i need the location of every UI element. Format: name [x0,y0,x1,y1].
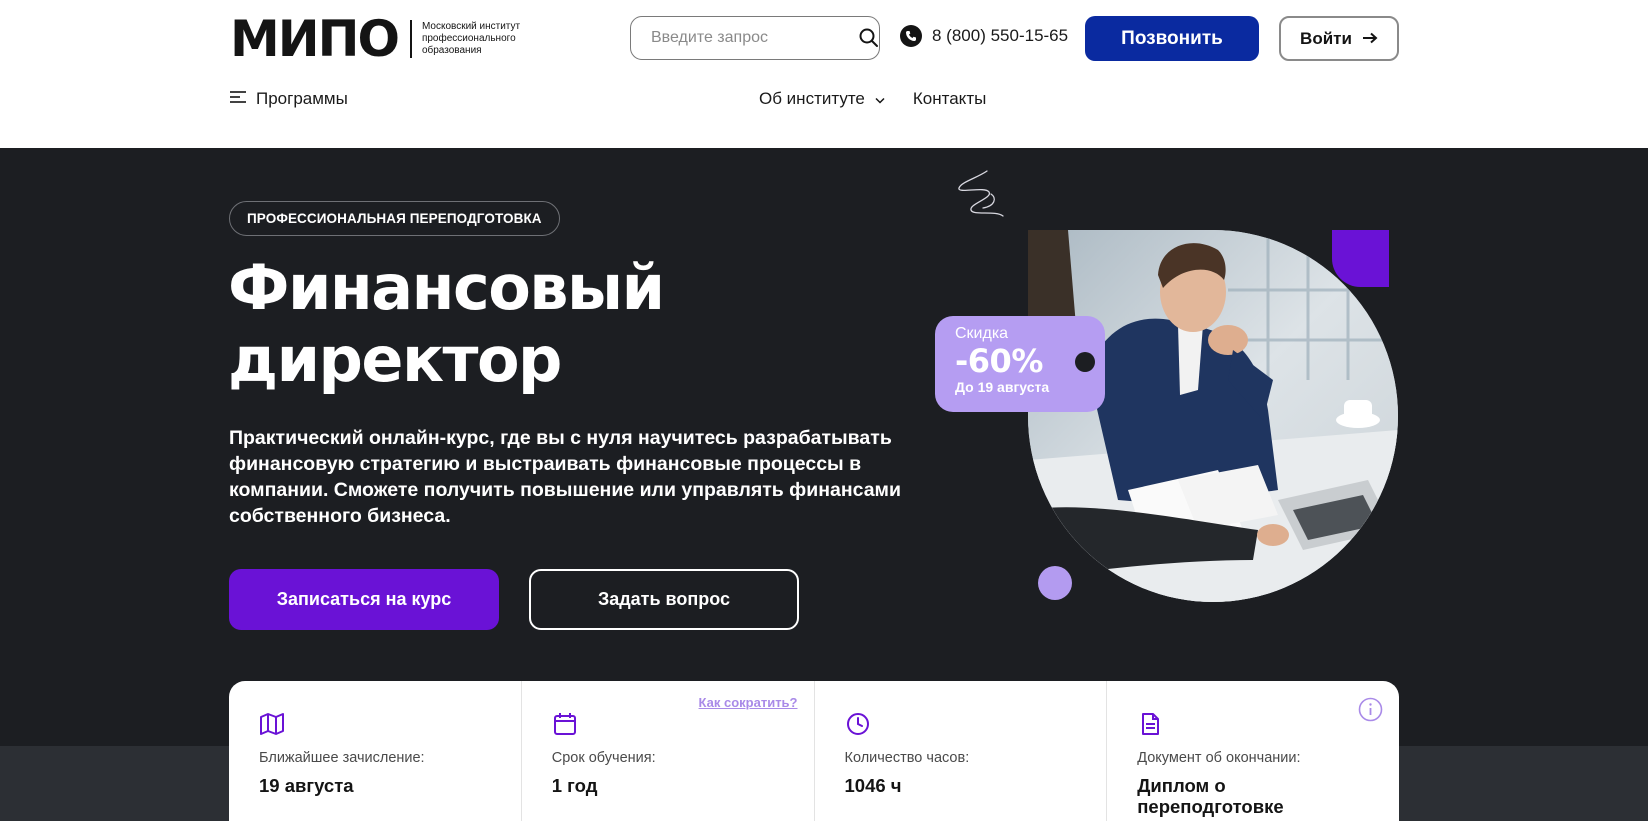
info-label: Ближайшее зачисление: [259,750,425,766]
phone-link[interactable]: 8 (800) 550-15-65 [900,25,1068,47]
search-icon[interactable] [858,27,880,49]
clock-icon [845,711,871,737]
info-value: 1046 ч [844,775,902,796]
businessman-photo-illustration [1028,230,1398,602]
info-circle-icon[interactable] [1358,697,1383,722]
lilac-circle-decoration [1038,566,1072,600]
phone-number: 8 (800) 550-15-65 [932,26,1069,45]
phone-icon [900,25,922,47]
page-title: Финансовый директор [228,252,868,396]
logo[interactable]: МИПО Московский институт профессионально… [230,14,532,64]
info-enrollment: Ближайшее зачисление: 19 августа [229,681,522,821]
hero-photo [1028,230,1398,602]
arrow-right-icon [1362,29,1378,49]
login-label: Войти [1300,28,1352,48]
nav-contacts[interactable]: Контакты [913,89,986,109]
squiggle-decoration [958,170,1004,217]
info-hours: Количество часов: 1046 ч [815,681,1108,821]
ask-question-button[interactable]: Задать вопрос [529,569,799,630]
info-document: Документ об окончании: Диплом о переподг… [1107,681,1399,821]
tag-hole [1075,352,1095,372]
info-label: Срок обучения: [551,750,656,766]
info-value: Диплом о переподготовке [1137,775,1284,817]
nav-programs[interactable]: Программы [230,89,348,109]
purple-shape-decoration [1332,230,1389,287]
course-info-card: Ближайшее зачисление: 19 августа Как сок… [229,681,1399,821]
info-label: Количество часов: [844,750,970,766]
login-button[interactable]: Войти [1279,16,1399,61]
info-duration: Как сократить? Срок обучения: 1 год [522,681,815,821]
course-description: Практический онлайн-курс, где вы с нуля … [229,427,901,527]
menu-icon [230,89,246,109]
info-value: 19 августа [259,775,354,796]
title-line-2: директор [228,323,562,396]
call-button[interactable]: Позвонить [1085,16,1259,61]
document-icon [1137,711,1163,737]
logo-divider [409,20,412,58]
site-header: МИПО Московский институт профессионально… [0,0,1648,148]
discount-tag: Скидка -60% До 19 августа [935,316,1105,412]
info-label: Документ об окончании: [1137,750,1301,766]
enroll-button[interactable]: Записаться на курс [229,569,499,630]
program-type-badge: ПРОФЕССИОНАЛЬНАЯ ПЕРЕПОДГОТОВКА [229,201,560,236]
search-box [630,16,880,60]
logo-subtitle: Московский институт профессионального об… [421,21,521,56]
chevron-down-icon [875,89,885,109]
search-input[interactable] [651,29,858,47]
nav-about-label: Об институте [759,89,865,108]
discount-deadline: До 19 августа [955,379,1050,395]
calendar-icon [552,711,578,737]
shorten-link[interactable]: Как сократить? [699,695,798,710]
title-line-1: Финансовый [228,251,665,324]
info-value: 1 год [551,775,598,796]
nav-about[interactable]: Об институте [759,89,885,109]
logo-wordmark: МИПО [230,10,400,68]
main-nav: Об институте Контакты [759,89,986,109]
map-icon [259,711,285,737]
discount-label: Скидка [955,325,1009,342]
nav-programs-label: Программы [256,89,348,108]
